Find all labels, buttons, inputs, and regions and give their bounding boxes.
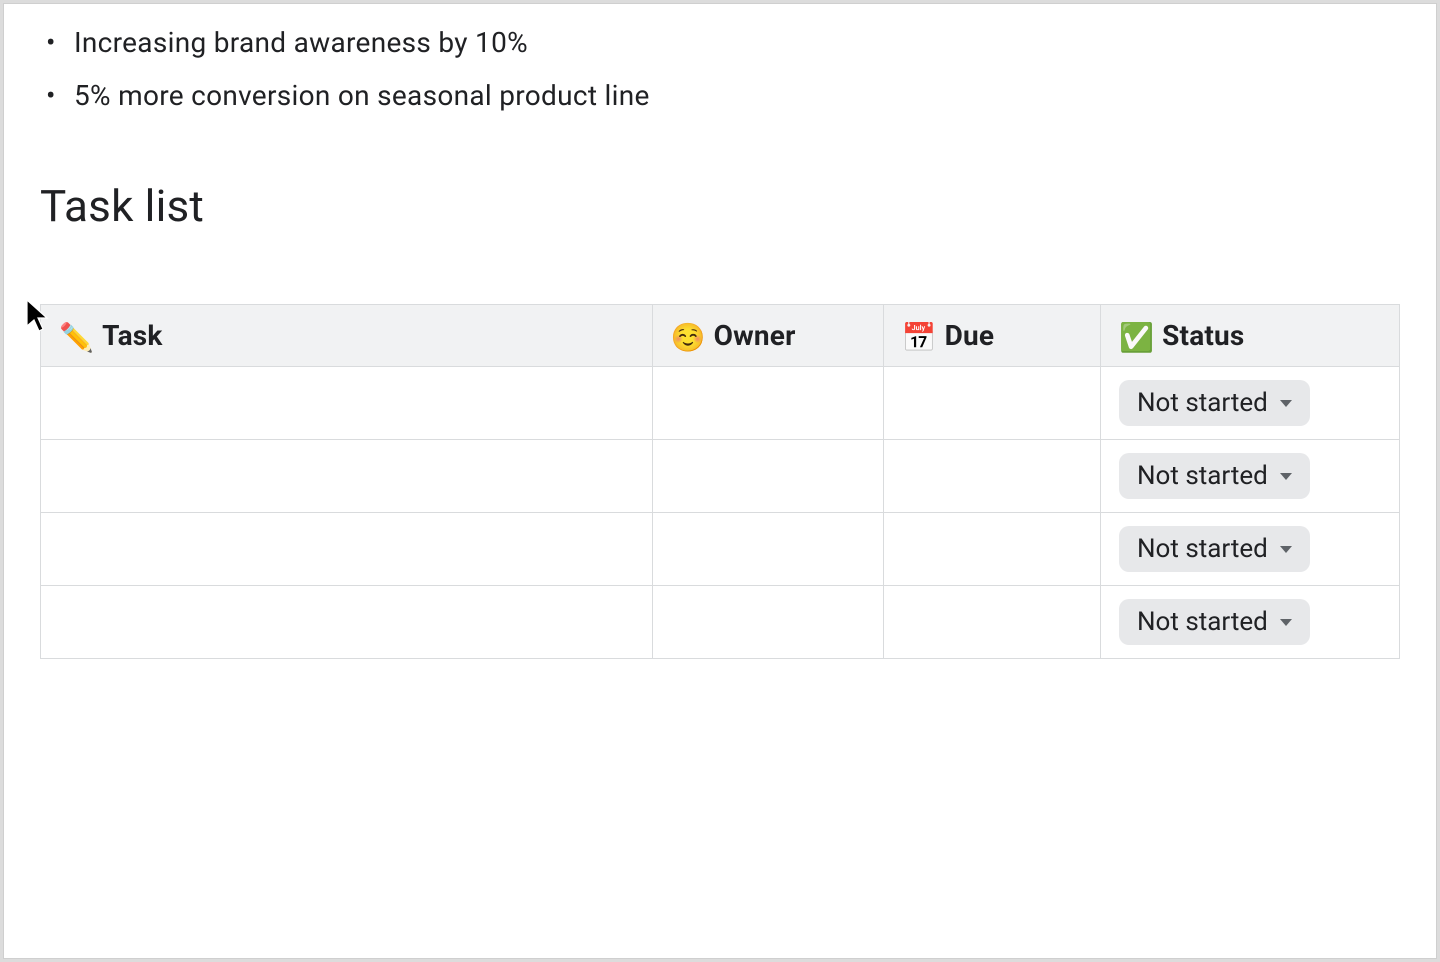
- col-header-owner[interactable]: ☺️Owner: [652, 305, 883, 367]
- status-dropdown[interactable]: Not started: [1119, 380, 1310, 426]
- table-row: Not started: [41, 440, 1400, 513]
- due-cell[interactable]: [883, 367, 1100, 440]
- task-cell[interactable]: [41, 367, 653, 440]
- document-page: Increasing brand awareness by 10% 5% mor…: [3, 3, 1437, 959]
- col-header-label: Owner: [714, 319, 796, 352]
- status-cell: Not started: [1101, 513, 1400, 586]
- section-title[interactable]: Task list: [40, 180, 1436, 232]
- bullet-text: Increasing brand awareness by 10%: [74, 26, 528, 59]
- chevron-down-icon: [1280, 619, 1292, 626]
- status-cell: Not started: [1101, 440, 1400, 513]
- check-icon: ✅: [1119, 321, 1154, 354]
- owner-cell[interactable]: [652, 367, 883, 440]
- due-cell[interactable]: [883, 586, 1100, 659]
- bullet-text: 5% more conversion on seasonal product l…: [74, 79, 650, 112]
- bullet-item[interactable]: Increasing brand awareness by 10%: [40, 16, 1436, 69]
- owner-cell[interactable]: [652, 440, 883, 513]
- task-table: ✏️Task ☺️Owner 📅Due ✅Status Not started N…: [40, 304, 1400, 659]
- status-dropdown[interactable]: Not started: [1119, 526, 1310, 572]
- status-label: Not started: [1137, 388, 1268, 418]
- task-table-wrap: ✏️Task ☺️Owner 📅Due ✅Status Not started N…: [40, 304, 1400, 659]
- task-input[interactable]: [59, 532, 634, 566]
- owner-cell[interactable]: [652, 513, 883, 586]
- task-cell[interactable]: [41, 440, 653, 513]
- status-cell: Not started: [1101, 367, 1400, 440]
- bullet-item[interactable]: 5% more conversion on seasonal product l…: [40, 69, 1436, 122]
- table-row: Not started: [41, 367, 1400, 440]
- calendar-icon: 📅: [902, 321, 937, 354]
- col-header-label: Status: [1162, 319, 1244, 352]
- task-input[interactable]: [59, 386, 634, 420]
- task-cell[interactable]: [41, 586, 653, 659]
- owner-cell[interactable]: [652, 586, 883, 659]
- pencil-icon: ✏️: [59, 321, 94, 354]
- table-row: Not started: [41, 586, 1400, 659]
- chevron-down-icon: [1280, 546, 1292, 553]
- col-header-label: Task: [102, 319, 162, 352]
- status-dropdown[interactable]: Not started: [1119, 453, 1310, 499]
- col-header-status[interactable]: ✅Status: [1101, 305, 1400, 367]
- smile-icon: ☺️: [671, 321, 706, 354]
- col-header-label: Due: [945, 319, 995, 352]
- task-input[interactable]: [59, 459, 634, 493]
- col-header-task[interactable]: ✏️Task: [41, 305, 653, 367]
- due-cell[interactable]: [883, 440, 1100, 513]
- status-dropdown[interactable]: Not started: [1119, 599, 1310, 645]
- chevron-down-icon: [1280, 473, 1292, 480]
- status-cell: Not started: [1101, 586, 1400, 659]
- col-header-due[interactable]: 📅Due: [883, 305, 1100, 367]
- task-cell[interactable]: [41, 513, 653, 586]
- due-cell[interactable]: [883, 513, 1100, 586]
- status-label: Not started: [1137, 534, 1268, 564]
- chevron-down-icon: [1280, 400, 1292, 407]
- table-row: Not started: [41, 513, 1400, 586]
- status-label: Not started: [1137, 607, 1268, 637]
- task-input[interactable]: [59, 605, 634, 639]
- status-label: Not started: [1137, 461, 1268, 491]
- bullet-list: Increasing brand awareness by 10% 5% mor…: [40, 16, 1436, 122]
